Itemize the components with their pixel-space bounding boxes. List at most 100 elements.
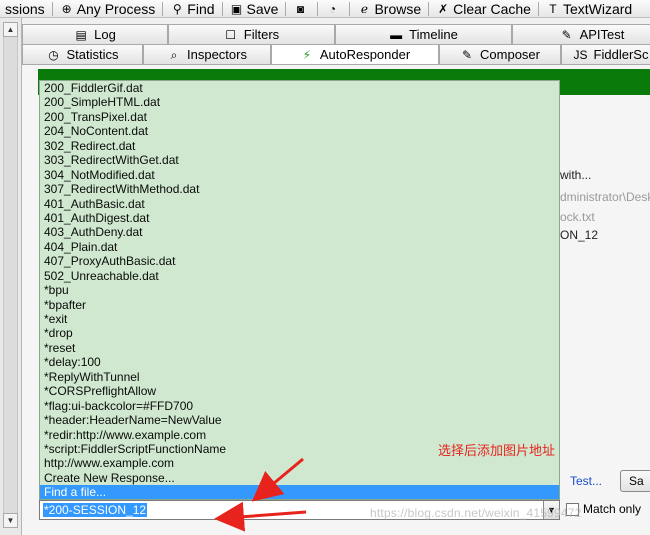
toolbar-item-label: Browse — [374, 0, 422, 17]
toolbar-item-label: Find — [187, 0, 215, 17]
textwizard-icon: T — [549, 1, 557, 16]
dropdown-option[interactable]: 401_AuthDigest.dat — [40, 211, 559, 225]
dropdown-option[interactable]: *ReplyWithTunnel — [40, 370, 559, 384]
dropdown-option[interactable]: *drop — [40, 326, 559, 340]
sessions-scrollbar[interactable] — [3, 22, 18, 528]
tab-label: AutoResponder — [319, 47, 411, 62]
dropdown-option[interactable]: *CORSPreflightAllow — [40, 384, 559, 398]
toolbar-separator — [349, 1, 351, 16]
toolbar-item-textwizard[interactable]: T TextWizard — [541, 0, 637, 17]
log-icon: ▤ — [75, 27, 87, 42]
binoculars-icon: ⚲ — [172, 1, 182, 16]
tab-apitest[interactable]: ✎ APITest — [512, 24, 650, 44]
toolbar-item-clear-cache[interactable]: ✗ Clear Cache — [431, 0, 536, 17]
dropdown-option[interactable]: *reset — [40, 341, 559, 355]
tab-inspectors[interactable]: ⌕ Inspectors — [143, 44, 271, 64]
tab-statistics[interactable]: ◷ Statistics — [22, 44, 143, 64]
dropdown-option[interactable]: *exit — [40, 312, 559, 326]
timeline-icon: ▬ — [390, 27, 403, 42]
stopwatch-icon: ◷ — [48, 47, 59, 62]
toolbar-separator — [317, 1, 319, 16]
save-icon: ▣ — [230, 1, 243, 16]
test-link[interactable]: Test... — [570, 474, 602, 488]
dropdown-option[interactable]: Create New Response... — [40, 471, 559, 485]
dropdown-option[interactable]: 200_SimpleHTML.dat — [40, 95, 559, 109]
main-toolbar: ▾ssions ⊕ Any Process ⚲ Find ▣Save ◙ ◔ ℯ Browse ✗ C… — [0, 0, 650, 18]
toolbar-item-label: Save — [246, 0, 279, 17]
dropdown-option[interactable]: 200_TransPixel.dat — [40, 110, 559, 124]
tab-label: Log — [94, 27, 116, 42]
tab-label: Composer — [480, 47, 540, 62]
toolbar-item-any-process[interactable]: ⊕ Any Process — [55, 0, 161, 17]
scroll-down-icon[interactable]: ▼ — [3, 513, 18, 528]
tab-fiddlersc[interactable]: JS FiddlerSc — [561, 44, 650, 64]
scroll-up-icon[interactable]: ▲ — [3, 22, 18, 37]
tab-timeline[interactable]: ▬ Timeline — [335, 24, 512, 44]
tab-label: Filters — [243, 27, 280, 42]
dropdown-option[interactable]: *bpu — [40, 283, 559, 297]
tab-autoresponder[interactable]: ⚡ AutoResponder — [271, 44, 439, 64]
toolbar-item-label: Clear Cache — [453, 0, 531, 17]
dropdown-option[interactable]: 502_Unreachable.dat — [40, 269, 559, 283]
dropdown-option[interactable]: 401_AuthBasic.dat — [40, 197, 559, 211]
dropdown-option[interactable]: 407_ProxyAuthBasic.dat — [40, 254, 559, 268]
toolbar-item-timer[interactable]: ◔ — [320, 0, 347, 17]
match-only-label: Match only — [583, 502, 642, 516]
toolbar-separator — [537, 1, 539, 16]
dropdown-option[interactable]: 200_FiddlerGif.dat — [40, 81, 559, 95]
toolbar-separator — [285, 1, 287, 16]
toolbar-item-label: TextWizard — [562, 0, 633, 17]
crosshair-icon: ⊕ — [61, 1, 72, 16]
tab-label: Statistics — [66, 47, 119, 62]
toolbar-item-browse[interactable]: ℯ Browse — [352, 0, 426, 17]
combobox-selected-text: *200-SESSION_12 — [43, 503, 148, 517]
toolbar-item-label: Any Process — [76, 0, 156, 17]
toolbar-item-label: ssions — [5, 0, 45, 17]
rule-file-text: ock.txt — [560, 210, 595, 224]
apitest-icon: ✎ — [561, 27, 572, 42]
rule-path-text: dministrator\Desk — [560, 190, 650, 204]
toolbar-separator — [221, 1, 223, 16]
inspector-icon: ⌕ — [170, 47, 178, 62]
dropdown-option[interactable]: *flag:ui-backcolor=#FFD700 — [40, 399, 559, 413]
tab-row-bottom: ◷ Statistics ⌕ Inspectors ⚡ AutoResponder ✎ Com… — [22, 44, 650, 64]
toolbar-separator — [51, 1, 53, 16]
dropdown-option[interactable]: Find a file... — [40, 485, 559, 499]
dropdown-option[interactable]: 404_Plain.dat — [40, 240, 559, 254]
timer-icon: ◔ — [328, 1, 337, 16]
tab-label: Timeline — [409, 27, 458, 42]
tab-label: APITest — [579, 27, 625, 42]
toolbar-item-ssions[interactable]: ▾ssions — [0, 0, 50, 17]
toolbar-item-camera[interactable]: ◙ — [288, 0, 315, 17]
save-button[interactable]: Sa — [620, 470, 650, 492]
tab-log[interactable]: ▤ Log — [22, 24, 168, 44]
tab-filters[interactable]: ☐ Filters — [168, 24, 335, 44]
tab-composer[interactable]: ✎ Composer — [439, 44, 561, 64]
toolbar-separator — [428, 1, 430, 16]
toolbar-item-find[interactable]: ⚲ Find — [165, 0, 219, 17]
response-dropdown-list[interactable]: 200_FiddlerGif.dat 200_SimpleHTML.dat 200_… — [39, 80, 560, 500]
dropdown-option[interactable]: 302_Redirect.dat — [40, 139, 559, 153]
sessions-pane: ▲ ▼ — [0, 18, 22, 535]
script-icon: JS — [573, 47, 588, 62]
toolbar-item-save[interactable]: ▣ Save — [225, 0, 284, 17]
toolbar-separator — [162, 1, 164, 16]
filter-icon: ☐ — [225, 27, 237, 42]
watermark-text: https://blog.csdn.net/weixin_41599472 — [370, 506, 582, 520]
dropdown-option[interactable]: *header:HeaderName=NewValue — [40, 413, 559, 427]
dropdown-option[interactable]: 303_RedirectWithGet.dat — [40, 153, 559, 167]
tab-label: Inspectors — [187, 47, 247, 62]
dropdown-option[interactable]: 304_NotModified.dat — [40, 168, 559, 182]
tab-label: FiddlerSc — [593, 47, 649, 62]
dropdown-option[interactable]: 403_AuthDeny.dat — [40, 225, 559, 239]
lightning-icon: ⚡ — [302, 47, 312, 62]
dropdown-option[interactable]: *delay:100 — [40, 355, 559, 369]
browser-icon: ℯ — [360, 1, 368, 16]
composer-icon: ✎ — [461, 47, 473, 62]
dropdown-option[interactable]: 204_NoContent.dat — [40, 124, 559, 138]
dropdown-option[interactable]: *bpafter — [40, 298, 559, 312]
clear-icon: ✗ — [438, 1, 449, 16]
tab-row-top: ▤ Log ☐ Filters ▬ Timeline ✎ APITest — [22, 24, 650, 44]
dropdown-option[interactable]: 307_RedirectWithMethod.dat — [40, 182, 559, 196]
rule-session-text: ON_12 — [560, 228, 599, 242]
